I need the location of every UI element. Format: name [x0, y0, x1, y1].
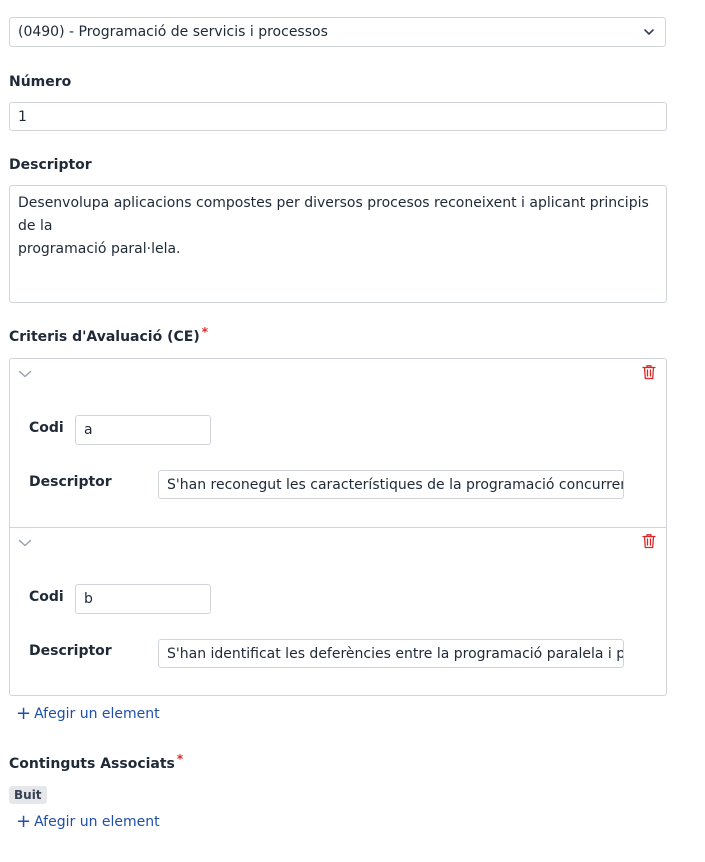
continguts-label-text: Continguts Associats	[9, 756, 175, 772]
chevron-down-icon[interactable]	[18, 369, 32, 379]
add-contingut-label: Afegir un element	[34, 814, 160, 830]
descriptor-label: Descriptor	[9, 157, 92, 173]
codi-label: Codi	[29, 420, 64, 436]
required-mark: *	[176, 752, 184, 766]
module-select-value: (0490) - Programació de servicis i proce…	[18, 24, 328, 40]
plus-icon: +	[16, 811, 32, 832]
criteris-label-text: Criteris d'Avaluació (CE)	[9, 329, 200, 345]
codi-input[interactable]: b	[75, 584, 211, 614]
codi-value: a	[84, 422, 93, 438]
add-contingut-button[interactable]: + Afegir un element	[16, 811, 160, 832]
criteri-descriptor-input[interactable]: S'han reconegut les característiques de …	[158, 470, 624, 499]
criteri-item: Codi b Descriptor S'han identificat les …	[10, 528, 666, 696]
trash-icon[interactable]	[642, 533, 656, 549]
chevron-down-icon[interactable]	[18, 538, 32, 548]
descriptor-textarea[interactable]: Desenvolupa aplicacions compostes per di…	[9, 185, 667, 303]
descriptor-label: Descriptor	[29, 474, 112, 490]
plus-icon: +	[16, 703, 32, 724]
criteri-descriptor-value: S'han identificat les deferències entre …	[167, 645, 624, 662]
add-criteri-label: Afegir un element	[34, 706, 160, 722]
descriptor-line: Desenvolupa aplicacions compostes per di…	[18, 195, 649, 234]
criteri-item: Codi a Descriptor S'han reconegut les ca…	[10, 359, 666, 527]
add-criteri-button[interactable]: + Afegir un element	[16, 703, 160, 724]
codi-input[interactable]: a	[75, 415, 211, 445]
codi-value: b	[84, 591, 93, 607]
criteri-descriptor-input[interactable]: S'han identificat les deferències entre …	[158, 639, 624, 668]
numero-input[interactable]: 1	[9, 102, 667, 131]
descriptor-label: Descriptor	[29, 643, 112, 659]
trash-icon[interactable]	[642, 364, 656, 380]
numero-label: Número	[9, 74, 72, 90]
empty-badge: Buit	[9, 786, 47, 804]
required-mark: *	[201, 325, 209, 339]
numero-value: 1	[18, 108, 27, 125]
codi-label: Codi	[29, 589, 64, 605]
module-select[interactable]: (0490) - Programació de servicis i proce…	[9, 17, 666, 47]
criteris-label: Criteris d'Avaluació (CE) *	[9, 325, 208, 345]
continguts-label: Continguts Associats *	[9, 752, 183, 772]
criteris-repeater: Codi a Descriptor S'han reconegut les ca…	[9, 358, 667, 696]
chevron-down-icon	[644, 29, 654, 35]
criteri-descriptor-value: S'han reconegut les característiques de …	[167, 476, 624, 493]
descriptor-line: programació paral·lela.	[18, 241, 181, 257]
